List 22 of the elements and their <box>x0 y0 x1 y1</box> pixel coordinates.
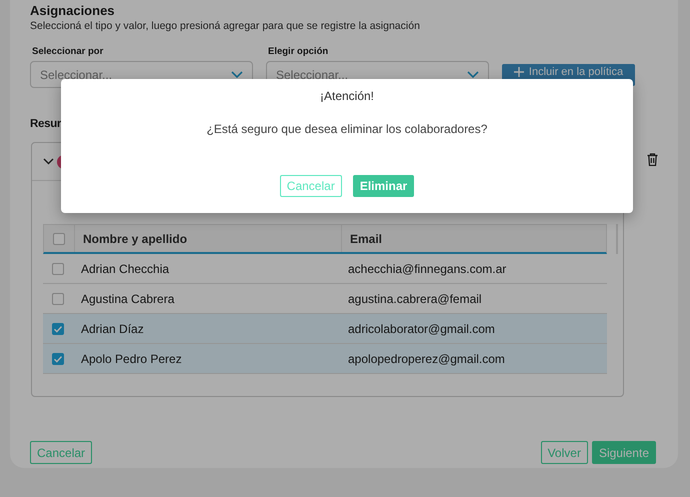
dialog-button[interactable]: Eliminar <box>352 175 414 197</box>
table-cell-text: Apolo Pedro Perez <box>80 350 183 368</box>
section-title: Asignaciones <box>30 3 115 19</box>
field-label: Seleccionar por <box>32 45 104 59</box>
section-subtitle: Seleccioná el tipo y valor, luego presioná agregar para que se registre la asignación <box>30 19 420 33</box>
table-cell-text: agustina.cabrera@femail <box>347 290 483 308</box>
dialog-button[interactable]: Cancelar <box>280 175 342 197</box>
footer-button[interactable]: Siguiente <box>592 441 656 464</box>
table-cell-text: Adrian Checchia <box>80 260 170 278</box>
footer-button[interactable]: Volver <box>540 441 588 464</box>
column-header: Email <box>341 225 606 252</box>
dialog-message: ¿Está seguro que desea eliminar los colaboradores? <box>206 121 488 137</box>
table-cell-text: adricolaborator@gmail.com <box>347 320 496 338</box>
footer-button[interactable]: Cancelar <box>30 441 92 464</box>
table-cell-text: apolopedroperez@gmail.com <box>347 350 506 368</box>
table-cell-text: Adrian Díaz <box>80 320 145 338</box>
column-header: Nombre y apellido <box>74 225 341 252</box>
section-title: Resur <box>30 117 62 132</box>
field-label: Elegir opción <box>268 45 330 59</box>
table-cell-text: achecchia@finnegans.com.ar <box>347 260 508 278</box>
dialog-title: ¡Atención! <box>320 88 374 104</box>
table-cell-text: Agustina Cabrera <box>80 290 176 308</box>
